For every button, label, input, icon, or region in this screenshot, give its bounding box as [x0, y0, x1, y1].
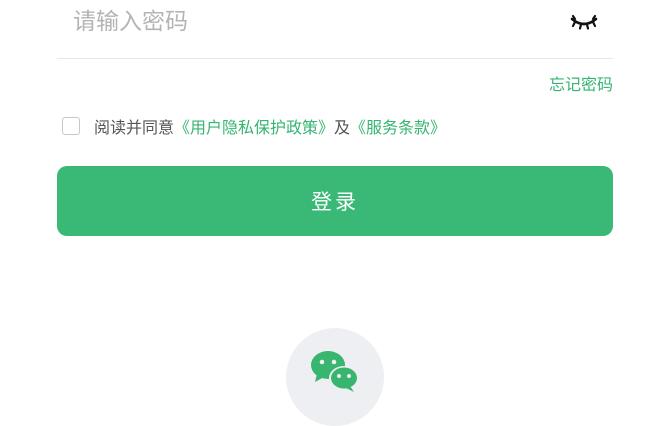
wechat-login-button[interactable] [286, 328, 384, 426]
agreement-row: 阅读并同意 《用户隐私保护政策》 及 《服务条款》 [62, 114, 446, 138]
wechat-icon [311, 351, 359, 392]
terms-of-service-link[interactable]: 《服务条款》 [350, 114, 446, 138]
agreement-connector: 及 [334, 118, 351, 137]
agreement-prefix: 阅读并同意 [94, 118, 175, 137]
forgot-password-link[interactable]: 忘记密码 [549, 71, 613, 95]
agreement-checkbox[interactable] [62, 117, 80, 135]
password-row [57, 0, 613, 59]
eye-closed-icon[interactable] [570, 13, 598, 31]
privacy-policy-link[interactable]: 《用户隐私保护政策》 [174, 114, 334, 138]
login-button[interactable]: 登录 [57, 166, 613, 236]
password-input[interactable] [73, 4, 543, 40]
